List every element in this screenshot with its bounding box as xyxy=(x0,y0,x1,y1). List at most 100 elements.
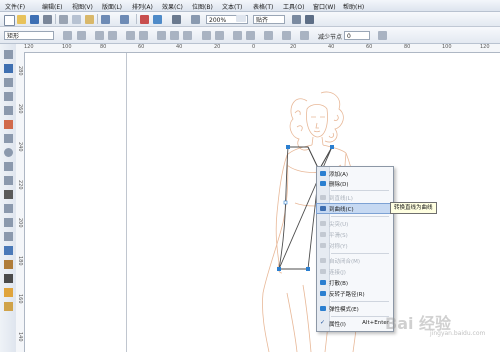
menu-separator xyxy=(331,301,389,302)
context-menu: 添加(A) 删除(D) 到直线(L) 到曲线(C) 尖突(U) 平滑(S) 对称… xyxy=(316,166,394,332)
object-manager-icon[interactable] xyxy=(305,15,314,24)
crop-tool-icon[interactable] xyxy=(4,78,13,87)
vertical-ruler[interactable]: 280 260 240 220 200 180 160 140 xyxy=(16,52,25,352)
cusp-node-tool-icon[interactable] xyxy=(157,31,166,40)
toolbox xyxy=(0,44,17,352)
redo-icon[interactable] xyxy=(120,15,129,24)
to-curve-tool-icon[interactable] xyxy=(139,31,148,40)
menu-arrange[interactable]: 排列(A) xyxy=(132,2,153,11)
join-icon xyxy=(320,269,326,274)
add-node-tool-icon[interactable] xyxy=(63,31,72,40)
menu-item-properties[interactable]: ✓ 属性(I) Alt+Enter xyxy=(317,319,393,328)
ellipse-tool-icon[interactable] xyxy=(4,148,13,157)
save-icon[interactable] xyxy=(30,15,39,24)
outline-pen-tool-icon[interactable] xyxy=(4,274,13,283)
elastic-mode-tool-icon[interactable] xyxy=(282,31,291,40)
export-icon[interactable] xyxy=(153,15,162,24)
menu-tools[interactable]: 工具(O) xyxy=(283,2,304,11)
table-tool-icon[interactable] xyxy=(4,204,13,213)
extend-curve-icon[interactable] xyxy=(215,31,224,40)
welcome-screen-icon[interactable] xyxy=(191,15,200,24)
menu-file[interactable]: 文件(F) xyxy=(5,2,25,11)
freehand-tool-icon[interactable] xyxy=(4,106,13,115)
connector-tool-icon[interactable] xyxy=(4,232,13,241)
parallel-dimension-tool-icon[interactable] xyxy=(4,218,13,227)
menu-window[interactable]: 窗口(W) xyxy=(313,2,336,11)
menu-item-to-curve[interactable]: 到曲线(C) xyxy=(316,203,394,214)
smart-fill-tool-icon[interactable] xyxy=(4,120,13,129)
eyedropper-tool-icon[interactable] xyxy=(4,260,13,269)
to-line-tool-icon[interactable] xyxy=(126,31,135,40)
break-curve-icon[interactable] xyxy=(108,31,117,40)
menu-edit[interactable]: 编辑(E) xyxy=(42,2,62,11)
ruler-tick-label: 40 xyxy=(176,44,183,50)
symmetrical-node-tool-icon[interactable] xyxy=(183,31,192,40)
menu-table[interactable]: 表格(T) xyxy=(253,2,273,11)
join-nodes-icon[interactable] xyxy=(95,31,104,40)
rotate-nodes-icon[interactable] xyxy=(246,31,255,40)
ruler-tick-label: 0 xyxy=(252,44,256,50)
add-node-icon xyxy=(320,171,326,176)
menu-help[interactable]: 帮助(H) xyxy=(343,2,364,11)
menu-item-delete[interactable]: 删除(D) xyxy=(317,179,393,188)
property-bar: 矩形 减少节点 0 xyxy=(0,27,500,44)
smooth-node-tool-icon[interactable] xyxy=(170,31,179,40)
rectangle-tool-icon[interactable] xyxy=(4,134,13,143)
menu-effects[interactable]: 效果(C) xyxy=(162,2,183,11)
copy-icon[interactable] xyxy=(72,15,81,24)
smooth-icon xyxy=(320,232,326,237)
print-icon[interactable] xyxy=(43,15,52,24)
selection-mode-select[interactable]: 矩形 xyxy=(4,31,54,40)
ruler-tick-label: 240 xyxy=(17,142,23,152)
ruler-tick-label: 100 xyxy=(442,44,452,50)
menu-item-to-line: 到直线(L) xyxy=(317,193,393,202)
text-tool-icon[interactable] xyxy=(4,190,13,199)
menu-item-smooth: 平滑(S) xyxy=(317,230,393,239)
reverse-icon xyxy=(320,291,326,296)
select-all-nodes-icon[interactable] xyxy=(300,31,309,40)
fill-tool-icon[interactable] xyxy=(4,288,13,297)
path-node[interactable] xyxy=(306,267,310,271)
basic-shapes-tool-icon[interactable] xyxy=(4,176,13,185)
ruler-tick-label: 220 xyxy=(17,180,23,190)
delete-node-tool-icon[interactable] xyxy=(77,31,86,40)
horizontal-ruler[interactable]: 120 100 80 60 40 20 0 20 40 60 80 100 12… xyxy=(16,44,500,53)
menu-item-add[interactable]: 添加(A) xyxy=(317,169,393,178)
shape-tool-icon[interactable] xyxy=(4,64,13,73)
curve-smoothness-icon[interactable] xyxy=(378,31,387,40)
path-node[interactable] xyxy=(283,200,288,205)
cut-icon[interactable] xyxy=(59,15,68,24)
menu-bitmaps[interactable]: 位图(B) xyxy=(192,2,213,11)
menu-item-reverse-subpath[interactable]: 反转子路径(R) xyxy=(317,289,393,298)
align-nodes-icon[interactable] xyxy=(264,31,273,40)
options-icon[interactable] xyxy=(292,15,301,24)
open-folder-icon[interactable] xyxy=(17,15,26,24)
undo-icon[interactable] xyxy=(101,15,110,24)
polygon-tool-icon[interactable] xyxy=(4,162,13,171)
paste-icon[interactable] xyxy=(85,15,94,24)
menu-layout[interactable]: 版面(L) xyxy=(102,2,122,11)
ruler-tick-label: 60 xyxy=(366,44,373,50)
ruler-tick-label: 40 xyxy=(328,44,335,50)
reverse-direction-icon[interactable] xyxy=(202,31,211,40)
path-node[interactable] xyxy=(286,145,290,149)
app-launcher-icon[interactable] xyxy=(172,15,181,24)
path-node[interactable] xyxy=(330,145,334,149)
path-node[interactable] xyxy=(277,267,281,271)
new-document-icon[interactable] xyxy=(4,15,15,26)
zoom-dropdown-chevron-icon[interactable] xyxy=(236,15,246,22)
menu-item-elastic-mode[interactable]: 弹性模式(E) xyxy=(317,304,393,313)
stretch-nodes-icon[interactable] xyxy=(233,31,242,40)
snap-to-select[interactable]: 贴齐 xyxy=(253,15,285,24)
reduce-nodes-input[interactable]: 0 xyxy=(344,31,370,40)
menu-item-break-apart[interactable]: 打散(B) xyxy=(317,278,393,287)
ruler-tick-label: 80 xyxy=(100,44,107,50)
pick-tool-icon[interactable] xyxy=(4,50,13,59)
import-icon[interactable] xyxy=(140,15,149,24)
menu-item-label: 到曲线(C) xyxy=(329,207,354,213)
zoom-tool-icon[interactable] xyxy=(4,92,13,101)
interactive-fill-tool-icon[interactable] xyxy=(4,302,13,311)
blend-tool-icon[interactable] xyxy=(4,246,13,255)
menu-text[interactable]: 文本(T) xyxy=(222,2,242,11)
menu-view[interactable]: 视图(V) xyxy=(72,2,93,11)
